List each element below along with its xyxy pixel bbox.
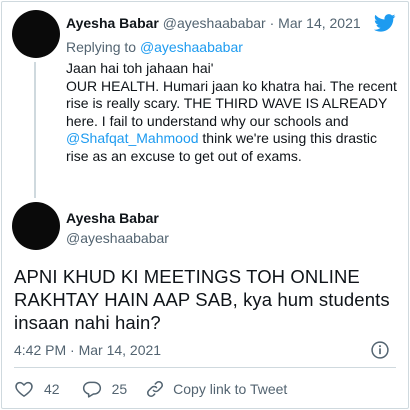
author-name[interactable]: Ayesha Babar bbox=[66, 15, 159, 31]
tweet-text-paragraph: OUR HEALTH. Humari jaan ko khatra hai. T… bbox=[66, 77, 401, 164]
tweet-embed-card: Ayesha Babar @ayeshaababar · Mar 14, 202… bbox=[1, 1, 409, 409]
main-tweet-text: APNI KHUD KI MEETINGS TOH ONLINE RAKHTAY… bbox=[14, 266, 390, 333]
replying-to-handle-link[interactable]: @ayeshaababar bbox=[140, 39, 243, 55]
thread-connector-line bbox=[34, 62, 36, 198]
copy-link-button[interactable]: Copy link to Tweet bbox=[145, 379, 287, 399]
tweet-text-line: Jaan hai toh jahaan hai' bbox=[66, 60, 214, 76]
replying-to-label: Replying to bbox=[66, 39, 137, 55]
copy-link-label: Copy link to Tweet bbox=[173, 381, 288, 397]
replying-to: Replying to @ayeshaababar bbox=[66, 39, 243, 56]
avatar[interactable] bbox=[12, 202, 60, 250]
link-icon bbox=[147, 381, 164, 397]
tweet-actions: 42 25 Copy link to Tweet bbox=[14, 378, 287, 400]
avatar[interactable] bbox=[12, 10, 60, 58]
author-name[interactable]: Ayesha Babar bbox=[66, 210, 159, 227]
parent-tweet-header: Ayesha Babar @ayeshaababar · Mar 14, 202… bbox=[66, 15, 361, 32]
reply-bubble-icon bbox=[82, 381, 101, 398]
tweet-date[interactable]: Mar 14, 2021 bbox=[278, 15, 361, 31]
reply-count: 25 bbox=[111, 381, 128, 397]
author-handle[interactable]: @ayeshaababar bbox=[163, 15, 266, 31]
info-icon[interactable] bbox=[370, 340, 390, 360]
tweet-timestamp-link[interactable]: 4:42 PM · Mar 14, 2021 bbox=[14, 342, 161, 359]
mention-link[interactable]: @Shafqat_Mahmood bbox=[66, 130, 199, 146]
reply-button[interactable]: 25 bbox=[82, 379, 128, 399]
parent-tweet[interactable]: Ayesha Babar @ayeshaababar · Mar 14, 202… bbox=[2, 2, 410, 202]
parent-tweet-text: Jaan hai toh jahaan hai' OUR HEALTH. Hum… bbox=[66, 60, 398, 165]
like-count: 42 bbox=[44, 381, 60, 397]
divider bbox=[14, 367, 396, 368]
like-button[interactable]: 42 bbox=[14, 379, 60, 399]
twitter-bird-icon[interactable] bbox=[374, 14, 396, 32]
heart-icon bbox=[15, 381, 33, 397]
separator-dot: · bbox=[269, 15, 275, 31]
author-handle[interactable]: @ayeshaababar bbox=[66, 230, 169, 247]
